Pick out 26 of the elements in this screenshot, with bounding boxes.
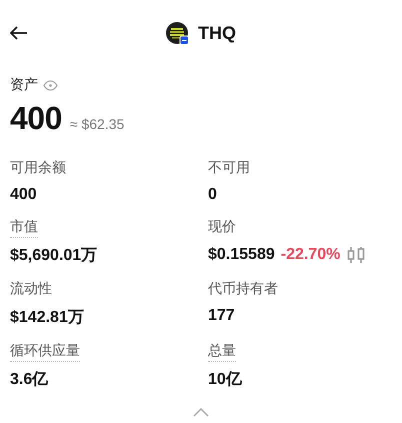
stat-label: 不可用 <box>208 159 250 177</box>
back-arrow-icon[interactable] <box>10 26 28 40</box>
asset-amount: 400 <box>10 100 62 137</box>
stat-value: 400 <box>10 186 37 204</box>
stat-value: $5,690.01万 <box>10 246 98 266</box>
stat-label: 循环供应量 <box>10 342 80 362</box>
stat-value: 0 <box>208 186 217 204</box>
stat-label: 可用余额 <box>10 159 66 177</box>
stat-value: $142.81万 <box>10 308 84 328</box>
token-title: THQ <box>198 22 236 44</box>
stat-label: 现价 <box>208 218 236 236</box>
asset-usd-value: ≈ $62.35 <box>70 116 124 132</box>
stat-value: 177 <box>208 307 235 325</box>
stat-value: 10亿 <box>208 370 242 390</box>
candlestick-icon[interactable] <box>346 245 366 265</box>
eye-icon[interactable] <box>43 80 58 90</box>
price-change: -22.70% <box>280 246 340 264</box>
stat-label: 流动性 <box>10 280 52 298</box>
token-logo-icon <box>166 22 189 44</box>
stat-label: 代币持有者 <box>208 280 278 298</box>
stat-value: $0.15589 <box>208 246 275 264</box>
collapse-chevron-icon[interactable] <box>193 408 209 417</box>
stat-value: 3.6亿 <box>10 370 48 390</box>
stat-label: 总量 <box>208 342 236 362</box>
assets-label: 资产 <box>10 76 38 94</box>
stat-label: 市值 <box>10 218 38 238</box>
